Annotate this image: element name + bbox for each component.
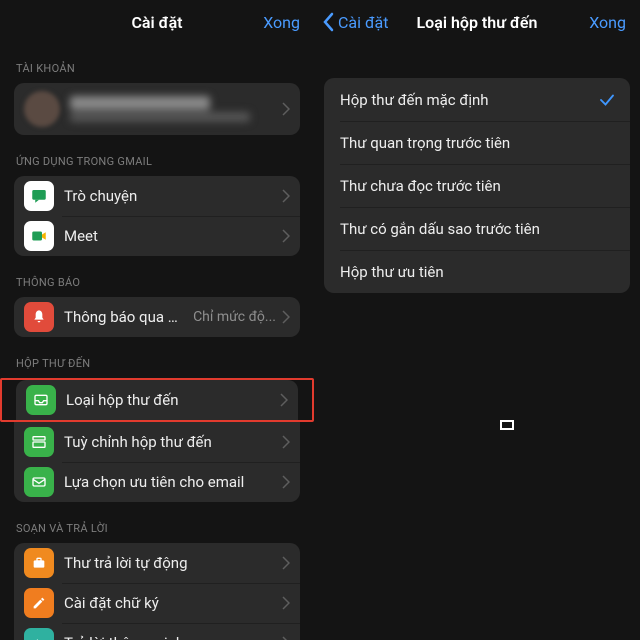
right-title: Loại hộp thư đến — [417, 13, 538, 32]
group-inbox-type-options: Hộp thư đến mặc định Thư quan trọng trướ… — [324, 78, 630, 293]
row-chat-label: Trò chuyện — [64, 187, 276, 205]
group-inbox-top: Loại hộp thư đến — [16, 380, 298, 420]
customize-icon — [24, 427, 54, 457]
left-done-button[interactable]: Xong — [263, 13, 300, 32]
pencil-icon — [24, 588, 54, 618]
settings-pane: Cài đặt Xong TÀI KHOẢN ỨNG DỤNG TRONG GM… — [0, 0, 314, 640]
option-default[interactable]: Hộp thư đến mặc định — [324, 78, 630, 121]
chevron-right-icon — [282, 475, 290, 489]
back-button[interactable]: Cài đặt — [322, 12, 388, 32]
section-header-compose: SOẠN VÀ TRẢ LỜI — [14, 502, 300, 543]
chevron-right-icon — [280, 393, 288, 407]
section-header-notifications: THÔNG BÁO — [14, 256, 300, 297]
left-title: Cài đặt — [131, 13, 182, 32]
inbox-icon — [26, 385, 56, 415]
checkmark-icon — [598, 91, 616, 109]
option-starred[interactable]: Thư có gắn dấu sao trước tiên — [324, 207, 630, 250]
chevron-right-icon — [282, 229, 290, 243]
option-unread[interactable]: Thư chưa đọc trước tiên — [324, 164, 630, 207]
row-email-notifications-sub: Chỉ mức độ... — [193, 309, 276, 325]
meet-icon — [24, 221, 54, 251]
section-header-account: TÀI KHOẢN — [14, 44, 300, 83]
chevron-right-icon — [282, 596, 290, 610]
row-chat[interactable]: Trò chuyện — [14, 176, 300, 216]
right-done-button[interactable]: Xong — [589, 13, 626, 32]
back-label: Cài đặt — [338, 13, 388, 32]
chevron-right-icon — [282, 310, 290, 324]
row-meet[interactable]: Meet — [14, 216, 300, 256]
highlight-inbox-type: Loại hộp thư đến — [0, 378, 314, 422]
envelope-icon — [24, 467, 54, 497]
row-email-notifications[interactable]: Thông báo qua email Chỉ mức độ... — [14, 297, 300, 337]
group-notifications: Thông báo qua email Chỉ mức độ... — [14, 297, 300, 337]
row-autoreply-label: Thư trả lời tự động — [64, 554, 276, 572]
option-unread-label: Thư chưa đọc trước tiên — [340, 177, 616, 195]
left-navbar: Cài đặt Xong — [0, 0, 314, 44]
option-priority-label: Hộp thư ưu tiên — [340, 263, 616, 281]
group-inbox-bottom: Tuỳ chỉnh hộp thư đến Lựa chọn ưu tiên c… — [14, 422, 300, 502]
chat-icon — [24, 181, 54, 211]
row-meet-label: Meet — [64, 227, 276, 245]
row-signature-label: Cài đặt chữ ký — [64, 594, 276, 612]
chevron-right-icon — [282, 189, 290, 203]
chevron-right-icon — [282, 636, 290, 640]
group-compose: Thư trả lời tự động Cài đặt chữ ký Trả l… — [14, 543, 300, 640]
row-priority-email[interactable]: Lựa chọn ưu tiên cho email — [14, 462, 300, 502]
row-customize-inbox[interactable]: Tuỳ chỉnh hộp thư đến — [14, 422, 300, 462]
floating-rectangle-icon — [500, 420, 514, 430]
row-autoreply[interactable]: Thư trả lời tự động — [14, 543, 300, 583]
section-header-inbox: HỘP THƯ ĐẾN — [14, 337, 300, 378]
option-starred-label: Thư có gắn dấu sao trước tiên — [340, 220, 616, 238]
row-priority-email-label: Lựa chọn ưu tiên cho email — [64, 473, 276, 491]
row-signature[interactable]: Cài đặt chữ ký — [14, 583, 300, 623]
group-account — [14, 83, 300, 135]
row-email-notifications-label: Thông báo qua email — [64, 308, 185, 326]
right-content: Hộp thư đến mặc định Thư quan trọng trướ… — [314, 44, 640, 640]
right-navbar: Cài đặt Loại hộp thư đến Xong — [314, 0, 640, 44]
account-text-blurred — [70, 96, 276, 122]
row-inbox-type[interactable]: Loại hộp thư đến — [16, 380, 298, 420]
option-important[interactable]: Thư quan trọng trước tiên — [324, 121, 630, 164]
reply-icon — [24, 628, 54, 640]
chevron-right-icon — [282, 102, 290, 116]
option-default-label: Hộp thư đến mặc định — [340, 91, 598, 109]
bell-icon — [24, 302, 54, 332]
row-smartreply[interactable]: Trả lời thông minh — [14, 623, 300, 640]
row-inbox-type-label: Loại hộp thư đến — [66, 391, 274, 409]
chevron-left-icon — [322, 12, 336, 32]
option-priority[interactable]: Hộp thư ưu tiên — [324, 250, 630, 293]
inbox-type-pane: Cài đặt Loại hộp thư đến Xong Hộp thư đế… — [314, 0, 640, 640]
section-header-apps: ỨNG DỤNG TRONG GMAIL — [14, 135, 300, 176]
group-apps: Trò chuyện Meet — [14, 176, 300, 256]
row-customize-inbox-label: Tuỳ chỉnh hộp thư đến — [64, 433, 276, 451]
suitcase-icon — [24, 548, 54, 578]
chevron-right-icon — [282, 556, 290, 570]
left-content: TÀI KHOẢN ỨNG DỤNG TRONG GMAIL Trò chuyệ… — [0, 44, 314, 640]
chevron-right-icon — [282, 435, 290, 449]
avatar — [24, 91, 60, 127]
option-important-label: Thư quan trọng trước tiên — [340, 134, 616, 152]
row-smartreply-label: Trả lời thông minh — [64, 634, 276, 640]
account-row[interactable] — [14, 83, 300, 135]
